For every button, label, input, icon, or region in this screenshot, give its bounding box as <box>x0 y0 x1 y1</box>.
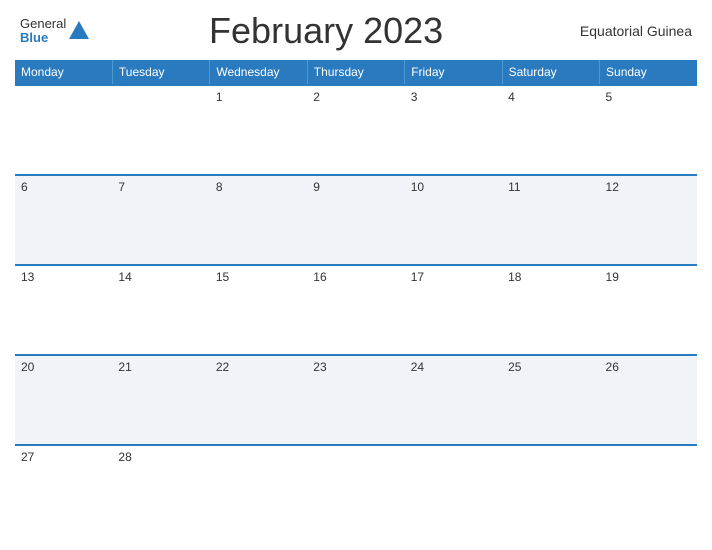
day-number: 17 <box>411 270 424 284</box>
day-number: 1 <box>216 90 223 104</box>
calendar-cell: 17 <box>405 265 502 355</box>
logo-text: General Blue <box>20 17 66 46</box>
header-monday: Monday <box>15 60 112 85</box>
calendar-cell: 13 <box>15 265 112 355</box>
calendar-week-row: 6 7 8 9 10 11 12 <box>15 175 697 265</box>
calendar-cell: 18 <box>502 265 599 355</box>
calendar-cell: 21 <box>112 355 209 445</box>
calendar-cell: 27 <box>15 445 112 535</box>
calendar-cell: 26 <box>600 355 697 445</box>
calendar-week-row: 1 2 3 4 5 <box>15 85 697 175</box>
calendar-table: Monday Tuesday Wednesday Thursday Friday… <box>15 60 697 535</box>
calendar-cell: 16 <box>307 265 404 355</box>
day-number: 19 <box>606 270 619 284</box>
calendar-cell: 28 <box>112 445 209 535</box>
calendar-cell <box>502 445 599 535</box>
calendar-cell: 7 <box>112 175 209 265</box>
day-number: 24 <box>411 360 424 374</box>
calendar-cell <box>112 85 209 175</box>
day-number: 22 <box>216 360 229 374</box>
header-sunday: Sunday <box>600 60 697 85</box>
calendar-cell: 14 <box>112 265 209 355</box>
calendar-cell: 25 <box>502 355 599 445</box>
day-number: 10 <box>411 180 424 194</box>
day-number: 27 <box>21 450 34 464</box>
calendar-cell: 5 <box>600 85 697 175</box>
day-number: 13 <box>21 270 34 284</box>
header-saturday: Saturday <box>502 60 599 85</box>
calendar-header: General Blue February 2023 Equatorial Gu… <box>15 10 697 52</box>
calendar-cell <box>600 445 697 535</box>
calendar-week-row: 27 28 <box>15 445 697 535</box>
calendar-cell: 1 <box>210 85 307 175</box>
calendar-cell: 22 <box>210 355 307 445</box>
day-number: 6 <box>21 180 28 194</box>
day-number: 3 <box>411 90 418 104</box>
header-friday: Friday <box>405 60 502 85</box>
calendar-cell: 4 <box>502 85 599 175</box>
day-number: 9 <box>313 180 320 194</box>
day-number: 16 <box>313 270 326 284</box>
logo-general: General <box>20 17 66 31</box>
calendar-cell <box>307 445 404 535</box>
calendar-week-row: 13 14 15 16 17 18 19 <box>15 265 697 355</box>
calendar-week-row: 20 21 22 23 24 25 26 <box>15 355 697 445</box>
day-number: 12 <box>606 180 619 194</box>
month-title: February 2023 <box>90 10 562 52</box>
calendar-cell: 10 <box>405 175 502 265</box>
header-tuesday: Tuesday <box>112 60 209 85</box>
day-number: 5 <box>606 90 613 104</box>
calendar-cell: 8 <box>210 175 307 265</box>
calendar-cell: 11 <box>502 175 599 265</box>
day-number: 4 <box>508 90 515 104</box>
country-label: Equatorial Guinea <box>562 23 692 39</box>
day-number: 11 <box>508 180 520 194</box>
calendar-cell: 19 <box>600 265 697 355</box>
calendar-cell: 6 <box>15 175 112 265</box>
calendar-cell: 3 <box>405 85 502 175</box>
calendar-cell <box>15 85 112 175</box>
logo: General Blue <box>20 17 90 46</box>
day-number: 2 <box>313 90 320 104</box>
day-number: 8 <box>216 180 223 194</box>
calendar-cell: 9 <box>307 175 404 265</box>
calendar-cell: 12 <box>600 175 697 265</box>
calendar-cell: 24 <box>405 355 502 445</box>
calendar-cell: 20 <box>15 355 112 445</box>
calendar-cell: 15 <box>210 265 307 355</box>
logo-blue: Blue <box>20 31 66 45</box>
calendar-cell: 2 <box>307 85 404 175</box>
day-number: 14 <box>118 270 131 284</box>
day-number: 18 <box>508 270 521 284</box>
logo-icon <box>68 19 90 41</box>
header-wednesday: Wednesday <box>210 60 307 85</box>
day-number: 20 <box>21 360 34 374</box>
day-number: 26 <box>606 360 619 374</box>
calendar-cell <box>405 445 502 535</box>
calendar-cell: 23 <box>307 355 404 445</box>
day-number: 23 <box>313 360 326 374</box>
day-number: 21 <box>118 360 131 374</box>
days-header-row: Monday Tuesday Wednesday Thursday Friday… <box>15 60 697 85</box>
day-number: 15 <box>216 270 229 284</box>
day-number: 7 <box>118 180 125 194</box>
day-number: 25 <box>508 360 521 374</box>
header-thursday: Thursday <box>307 60 404 85</box>
day-number: 28 <box>118 450 131 464</box>
calendar-cell <box>210 445 307 535</box>
calendar-container: General Blue February 2023 Equatorial Gu… <box>0 0 712 550</box>
